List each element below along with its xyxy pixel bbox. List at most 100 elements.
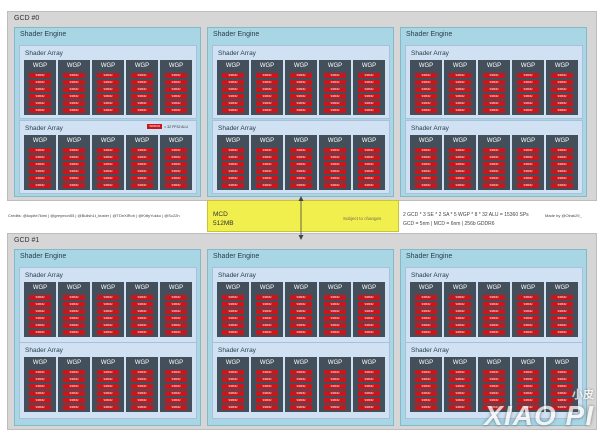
simd-unit: SIMD32 <box>290 391 312 396</box>
simd-unit: SIMD32 <box>29 323 51 328</box>
simd-unit: SIMD32 <box>165 309 187 314</box>
simd-unit: SIMD32 <box>415 155 437 160</box>
wgp-block: WGP SIMD32SIMD32SIMD32SIMD32SIMD32SIMD32S… <box>285 60 317 115</box>
simd-unit: SIMD32 <box>358 162 380 167</box>
simd-unit: SIMD32 <box>29 176 51 181</box>
wgp-label: WGP <box>293 63 309 69</box>
simd-unit: SIMD32 <box>97 155 119 160</box>
simd-unit: SIMD32 <box>517 162 539 167</box>
simd-unit: SIMD32 <box>483 80 505 85</box>
simd-unit: SIMD32 <box>358 183 380 188</box>
simd-unit: SIMD32 <box>222 302 244 307</box>
simd-unit: SIMD32 <box>165 398 187 403</box>
simd-unit: SIMD32 <box>290 330 312 335</box>
wgp-label: WGP <box>418 63 434 69</box>
simd-stack: SIMD32SIMD32SIMD32SIMD32SIMD32SIMD32SIMD… <box>517 148 539 190</box>
wgp-block: WGPSIMD32SIMD32SIMD32SIMD32SIMD32SIMD32S… <box>24 60 56 115</box>
simd-unit: SIMD32 <box>97 370 119 375</box>
wgp-block: WGPSIMD32SIMD32SIMD32SIMD32SIMD32SIMD32S… <box>512 135 544 190</box>
wgp-block: WGPSIMD32SIMD32SIMD32SIMD32SIMD32SIMD32S… <box>126 135 158 190</box>
shader-array-title: Shader Array <box>411 50 449 57</box>
simd-unit: SIMD32 <box>256 405 278 410</box>
simd-stack: SIMD32SIMD32SIMD32SIMD32SIMD32SIMD32SIMD… <box>290 148 312 190</box>
simd-unit: SIMD32 <box>415 94 437 99</box>
simd-unit: SIMD32 <box>551 183 573 188</box>
wgp-label: WGP <box>327 63 343 69</box>
wgp-block: WGPSIMD32SIMD32SIMD32SIMD32SIMD32SIMD32S… <box>160 282 192 337</box>
simd-unit: SIMD32 <box>324 405 346 410</box>
simd-unit: SIMD32 <box>63 94 85 99</box>
simd-unit: SIMD32 <box>324 80 346 85</box>
shader-array-title: Shader Array <box>411 272 449 279</box>
shader-engine-title: Shader Engine <box>213 253 260 260</box>
wgp-label: WGP <box>554 285 570 291</box>
simd-unit: SIMD32 <box>131 302 153 307</box>
wgp-label: WGP <box>520 360 536 366</box>
simd-unit: SIMD32 <box>551 148 573 153</box>
shader-array-title: Shader Array <box>25 347 63 354</box>
simd-unit: SIMD32 <box>63 330 85 335</box>
simd-unit: SIMD32 <box>131 148 153 153</box>
simd-unit: SIMD32 <box>449 183 471 188</box>
simd-stack: SIMD32SIMD32SIMD32SIMD32SIMD32SIMD32SIMD… <box>222 148 244 190</box>
wgp-label: WGP <box>134 138 150 144</box>
simd-unit: SIMD32 <box>290 176 312 181</box>
wgp-label: WGP <box>452 138 468 144</box>
simd-unit: SIMD32 <box>415 309 437 314</box>
wgp-label: WGP <box>66 63 82 69</box>
simd-unit: SIMD32 <box>29 73 51 78</box>
simd-unit: SIMD32 <box>63 148 85 153</box>
wgp-label: WGP <box>327 360 343 366</box>
simd-unit: SIMD32 <box>256 169 278 174</box>
simd-unit: SIMD32 <box>290 169 312 174</box>
simd-stack: SIMD32SIMD32SIMD32SIMD32SIMD32SIMD32SIMD… <box>324 73 346 115</box>
simd-unit: SIMD32 <box>97 309 119 314</box>
simd-unit: SIMD32 <box>97 162 119 167</box>
simd-unit: SIMD32 <box>551 80 573 85</box>
simd-unit: SIMD32 <box>131 108 153 113</box>
simd-unit: SIMD32 <box>358 384 380 389</box>
wgp-block: WGPSIMD32SIMD32SIMD32SIMD32SIMD32SIMD32S… <box>546 135 578 190</box>
simd-unit: SIMD32 <box>222 398 244 403</box>
simd-unit: SIMD32 <box>324 295 346 300</box>
simd-unit: SIMD32 <box>483 148 505 153</box>
simd-unit: SIMD32 <box>324 101 346 106</box>
simd-stack: SIMD32SIMD32SIMD32SIMD32SIMD32SIMD32SIMD… <box>290 73 312 115</box>
simd-unit: SIMD32 <box>222 295 244 300</box>
simd-unit: SIMD32 <box>415 405 437 410</box>
simd-stack: SIMD32SIMD32SIMD32SIMD32SIMD32SIMD32SIMD… <box>415 148 437 190</box>
wgp-block: WGPSIMD32SIMD32SIMD32SIMD32SIMD32SIMD32S… <box>126 60 158 115</box>
simd-unit: SIMD32 <box>449 370 471 375</box>
simd-unit: SIMD32 <box>449 405 471 410</box>
simd-unit: SIMD32 <box>517 323 539 328</box>
wgp-block: WGPSIMD32SIMD32SIMD32SIMD32SIMD32SIMD32S… <box>512 282 544 337</box>
wgp-block: WGPSIMD32SIMD32SIMD32SIMD32SIMD32SIMD32S… <box>353 60 385 115</box>
wgp-label: WGP <box>32 360 48 366</box>
legend-simd-box: SIMD32 <box>147 124 163 129</box>
simd-unit: SIMD32 <box>29 87 51 92</box>
simd-unit: SIMD32 <box>324 391 346 396</box>
simd-unit: SIMD32 <box>551 370 573 375</box>
simd-unit: SIMD32 <box>256 73 278 78</box>
simd-unit: SIMD32 <box>449 384 471 389</box>
simd-unit: SIMD32 <box>551 377 573 382</box>
simd-unit: SIMD32 <box>517 309 539 314</box>
shader-engine: Shader Engine Shader Array WGP SIMD32 SIMD32… <box>14 27 201 197</box>
simd-stack: SIMD32SIMD32SIMD32SIMD32SIMD32SIMD32SIMD… <box>256 73 278 115</box>
simd-stack: SIMD32SIMD32SIMD32SIMD32SIMD32SIMD32SIMD… <box>483 73 505 115</box>
wgp-block: WGP SIMD32SIMD32SIMD32SIMD32SIMD32SIMD32S… <box>546 282 578 337</box>
simd-unit: SIMD32 <box>131 162 153 167</box>
simd-stack: SIMD32SIMD32SIMD32SIMD32SIMD32SIMD32SIMD… <box>551 295 573 337</box>
simd-unit: SIMD32 <box>29 295 51 300</box>
simd-stack: SIMD32SIMD32SIMD32SIMD32SIMD32SIMD32SIMD… <box>324 148 346 190</box>
simd-unit: SIMD32 <box>415 370 437 375</box>
simd-unit: SIMD32 <box>165 370 187 375</box>
simd-unit: SIMD32 <box>415 176 437 181</box>
simd-unit: SIMD32 <box>131 370 153 375</box>
simd-unit: SIMD32 <box>256 87 278 92</box>
simd-unit: SIMD32 <box>97 94 119 99</box>
simd-unit: SIMD32 <box>222 391 244 396</box>
wgp-block: WGPSIMD32SIMD32SIMD32SIMD32SIMD32SIMD32S… <box>160 60 192 115</box>
wgp-block: WGPSIMD32SIMD32SIMD32SIMD32SIMD32SIMD32S… <box>126 357 158 412</box>
simd-unit: SIMD32 <box>97 101 119 106</box>
